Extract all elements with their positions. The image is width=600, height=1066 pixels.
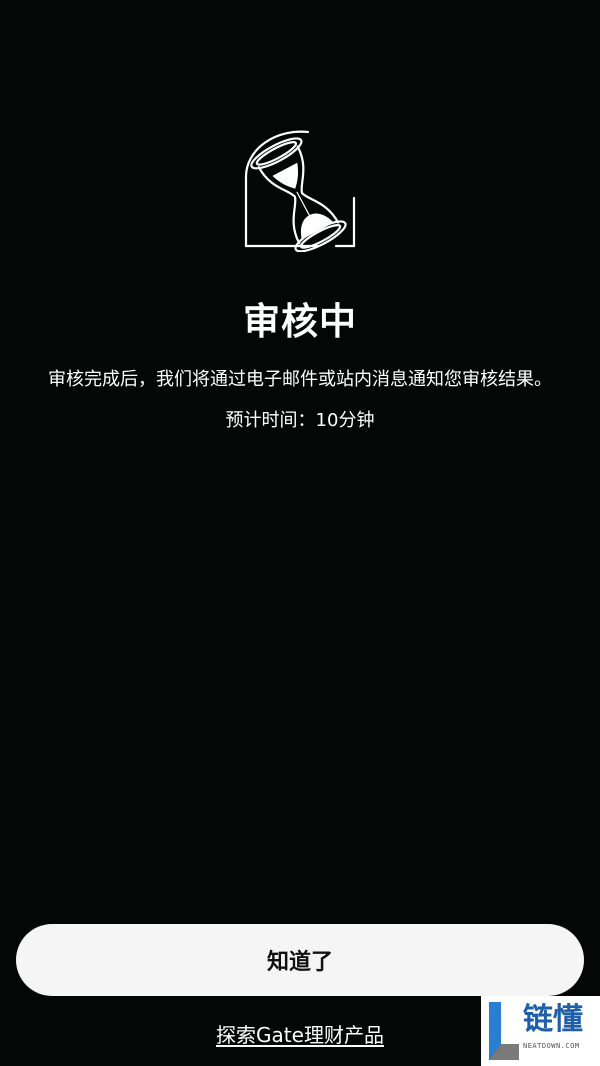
review-pending-screen: 审核中 审核完成后，我们将通过电子邮件或站内消息通知您审核结果。 预计时间：10… [0, 0, 600, 1066]
watermark-name: 链懂 [523, 1002, 583, 1037]
watermark-logo: 链懂 NEATDOWN.COM [481, 996, 600, 1066]
got-it-button[interactable]: 知道了 [16, 924, 584, 996]
page-title: 审核中 [243, 300, 357, 343]
hourglass-icon [236, 126, 366, 253]
status-description: 审核完成后，我们将通过电子邮件或站内消息通知您审核结果。 [48, 369, 552, 390]
estimated-time: 预计时间：10分钟 [225, 410, 375, 431]
watermark-domain: NEATDOWN.COM [523, 1042, 580, 1050]
watermark-l-icon [489, 1002, 519, 1060]
